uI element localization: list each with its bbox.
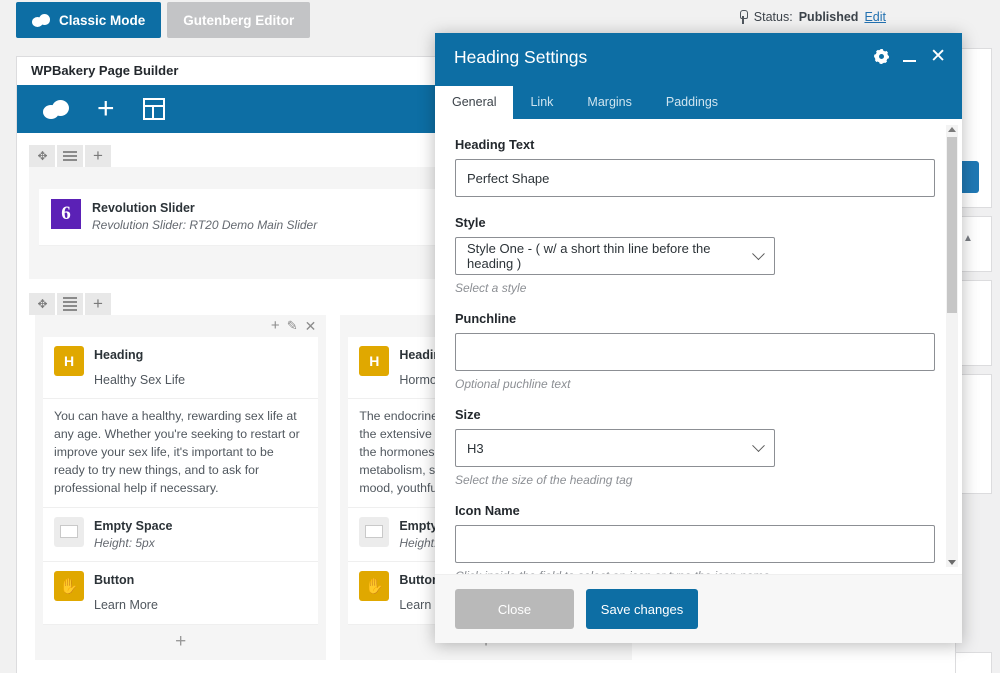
status-edit-link[interactable]: Edit xyxy=(864,10,886,24)
field-size: Size H3 xyxy=(455,407,942,467)
empty-space-icon xyxy=(54,516,84,547)
size-select[interactable]: H3 xyxy=(455,429,775,467)
style-help: Select a style xyxy=(455,281,527,295)
modal-tabs: General Link Margins Paddings xyxy=(435,86,962,119)
save-changes-button[interactable]: Save changes xyxy=(586,589,698,629)
close-icon[interactable]: ✕ xyxy=(930,47,946,66)
empty-space-icon xyxy=(359,516,390,547)
add-element-icon[interactable]: + xyxy=(175,632,186,651)
heading-settings-modal: Heading Settings ✕ General Link Margins … xyxy=(435,33,962,643)
row-layout-icon[interactable] xyxy=(57,145,83,167)
cloud-icon xyxy=(32,13,50,27)
cloud-icon[interactable] xyxy=(43,99,69,119)
element-text-block[interactable]: You can have a healthy, rewarding sex li… xyxy=(43,399,319,508)
gear-icon[interactable] xyxy=(874,49,889,64)
element-controls: + ✎ ✕ xyxy=(35,315,326,337)
button-hand-icon: ✋ xyxy=(54,571,84,602)
element-name: Button xyxy=(94,573,135,588)
icon-name-label: Icon Name xyxy=(455,503,520,518)
size-label: Size xyxy=(455,407,481,422)
scroll-down-arrow-icon[interactable] xyxy=(948,560,956,565)
element-button[interactable]: ✋ Button Learn More xyxy=(43,562,319,625)
punchline-label: Punchline xyxy=(455,311,517,326)
column-layout-icon[interactable] xyxy=(57,292,83,315)
element-name: Heading xyxy=(94,347,144,362)
punchline-help: Optional puchline text xyxy=(455,377,571,391)
button-hand-icon: ✋ xyxy=(359,571,390,602)
classic-mode-label: Classic Mode xyxy=(59,12,146,28)
add-element-icon[interactable]: + xyxy=(85,292,111,315)
element-value: Healthy Sex Life xyxy=(94,372,186,387)
classic-mode-button[interactable]: Classic Mode xyxy=(16,2,162,38)
heading-icon: H xyxy=(359,345,390,376)
field-punchline: Punchline xyxy=(455,311,942,371)
element-description: Revolution Slider: RT20 Demo Main Slider xyxy=(92,218,318,233)
pin-icon xyxy=(738,10,748,24)
add-element-icon[interactable]: + xyxy=(97,94,115,124)
modal-footer: Close Save changes xyxy=(435,574,962,643)
size-help: Select the size of the heading tag xyxy=(455,473,633,487)
modal-title: Heading Settings xyxy=(454,47,588,67)
scroll-up-arrow-icon[interactable] xyxy=(948,127,956,132)
heading-icon: H xyxy=(54,345,84,376)
element-name: Empty Space xyxy=(94,518,173,533)
close-button[interactable]: Close xyxy=(455,589,574,629)
layout-icon[interactable] xyxy=(142,98,165,120)
add-element-icon[interactable]: + xyxy=(85,145,111,167)
size-select-value: H3 xyxy=(467,440,484,456)
style-select-value: Style One - ( w/ a short thin line befor… xyxy=(467,241,711,271)
punchline-input[interactable] xyxy=(455,333,935,371)
field-icon-name: Icon Name xyxy=(455,503,942,563)
style-select[interactable]: Style One - ( w/ a short thin line befor… xyxy=(455,237,775,275)
field-style: Style Style One - ( w/ a short thin line… xyxy=(455,215,942,275)
element-heading[interactable]: H Heading Healthy Sex Life xyxy=(43,336,319,400)
tab-paddings[interactable]: Paddings xyxy=(649,86,735,119)
modal-scrollbar[interactable] xyxy=(946,125,958,567)
modal-header: Heading Settings ✕ xyxy=(435,33,962,86)
close-icon[interactable]: ✕ xyxy=(305,319,317,333)
element-empty-space[interactable]: Empty Space Height: 5px xyxy=(43,507,319,563)
field-heading-text: Heading Text Perfect Shape xyxy=(455,137,942,197)
builder-column: + ✎ ✕ H Heading Healthy Sex Life You can… xyxy=(35,314,327,660)
tab-margins[interactable]: Margins xyxy=(570,86,648,119)
column-footer: + xyxy=(35,625,326,660)
icon-name-input[interactable] xyxy=(455,525,935,563)
scrollbar-thumb[interactable] xyxy=(947,137,957,313)
tab-general[interactable]: General xyxy=(435,86,514,119)
status-value: Published xyxy=(798,10,859,24)
heading-text-input[interactable]: Perfect Shape xyxy=(455,159,935,197)
editor-mode-switch: Classic Mode Gutenberg Editor xyxy=(16,2,311,38)
chevron-down-icon xyxy=(752,438,765,452)
move-icon[interactable]: ✥ xyxy=(29,292,55,315)
minimize-icon[interactable] xyxy=(903,52,917,62)
heading-text-label: Heading Text xyxy=(455,137,535,152)
element-value: Learn More xyxy=(94,598,158,613)
element-description: Height: 5px xyxy=(94,535,155,550)
tab-link[interactable]: Link xyxy=(513,86,570,119)
status-label: Status: xyxy=(753,10,793,24)
edit-pencil-icon[interactable]: ✎ xyxy=(287,319,298,332)
modal-header-actions: ✕ xyxy=(874,47,946,66)
modal-body: Heading Text Perfect Shape Style Style O… xyxy=(435,119,962,574)
add-icon[interactable]: + xyxy=(271,318,280,333)
gutenberg-editor-label: Gutenberg Editor xyxy=(183,12,295,28)
revolution-slider-icon: 6 xyxy=(51,199,81,229)
style-label: Style xyxy=(455,215,486,230)
move-icon[interactable]: ✥ xyxy=(29,145,55,167)
element-name: Revolution Slider xyxy=(92,201,195,215)
gutenberg-editor-button[interactable]: Gutenberg Editor xyxy=(167,2,311,38)
screen: e ▲ Available Version Status: Published … xyxy=(0,0,1000,673)
post-status: Status: Published Edit xyxy=(738,10,886,24)
